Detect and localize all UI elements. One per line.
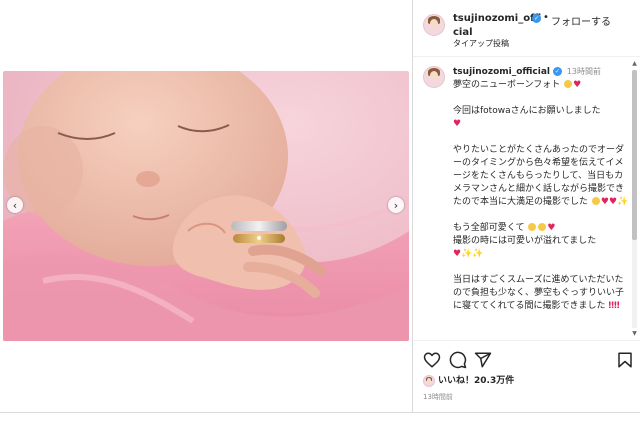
heart-icon[interactable] — [423, 351, 441, 369]
horizontal-divider — [0, 412, 640, 413]
caption-paragraph: 当日はすごくスムーズに進めていただいたので負担も少なく、夢空もぐっすりいい子に寝… — [453, 274, 631, 313]
post-timestamp[interactable]: 13時間前 — [423, 392, 453, 402]
prev-glyph: ‹ — [12, 198, 18, 212]
caption-paragraph-3b: 撮影の時には可愛いが溢れてました — [453, 236, 597, 246]
caption-paragraph: やりたいことがたくさんあったのでオーダーのタイミングから色々希望を伝えてイメージ… — [453, 144, 631, 209]
scroll-thumb[interactable] — [632, 70, 637, 240]
double-exclamation-icon: ‼‼ — [608, 301, 620, 311]
scroll-down-arrow-icon[interactable]: ▼ — [631, 330, 638, 338]
likes-label[interactable]: いいね！20.3万件 — [438, 374, 514, 388]
separator-dot: • — [543, 12, 549, 23]
avatar[interactable] — [423, 14, 445, 36]
follow-button[interactable]: フォローする — [551, 13, 611, 28]
share-icon[interactable] — [474, 351, 492, 369]
caption-area: tsujinozomi_official ✓ 13時間前 夢空のニューボーンフォ… — [413, 58, 640, 340]
paid-partnership-label[interactable]: タイアップ投稿 — [453, 38, 509, 49]
heart-emoji-icon: ♥ — [453, 119, 462, 129]
caption-text: 夢空のニューボーンフォト ♥ 今回はfotowaさんにお願いしました ♥ やりた… — [453, 79, 631, 326]
sparkle-emoji-icon: ✨ — [472, 249, 484, 259]
chevron-right-icon[interactable]: › — [388, 197, 404, 213]
heart-emoji-icon: ♥ — [608, 197, 618, 207]
action-bar: いいね！20.3万件 13時間前 — [413, 340, 640, 412]
post-header: tsujinozomi_official ✓ • フォローする タイアップ投稿 — [413, 0, 640, 57]
caption-username[interactable]: tsujinozomi_official — [453, 67, 550, 77]
author-username[interactable]: tsujinozomi_official — [453, 12, 543, 40]
caption-title-line: 夢空のニューボーンフォト ♥ — [453, 79, 631, 92]
heart-emoji-icon: ♥ — [547, 223, 556, 233]
caption-title: 夢空のニューボーンフォト — [453, 80, 561, 90]
heart-emoji-icon: ♥ — [453, 249, 462, 259]
caption-paragraph-3a: もう全部可愛くて — [453, 223, 525, 233]
smile-emoji-icon — [564, 80, 573, 88]
avatar — [423, 375, 435, 387]
sparkle-emoji-icon: ✨ — [617, 197, 629, 207]
caption-paragraph: もう全部可愛くて ♥ 撮影の時には可愛いが溢れてました ♥✨✨ — [453, 222, 631, 261]
caption-paragraph-4: 当日はすごくスムーズに進めていただいたので負担も少なく、夢空もぐっすりいい子に寝… — [453, 275, 625, 311]
post-photo[interactable] — [3, 71, 409, 341]
heart-emoji-icon: ♥ — [600, 197, 609, 207]
chevron-left-icon[interactable]: ‹ — [7, 197, 23, 213]
post-side-panel: tsujinozomi_official ✓ • フォローする タイアップ投稿 … — [413, 0, 640, 442]
caption-paragraph-1: 今回はfotowaさんにお願いしました — [453, 106, 601, 116]
caption-time[interactable]: 13時間前 — [567, 67, 601, 76]
caption-header: tsujinozomi_official ✓ 13時間前 — [453, 66, 633, 78]
next-glyph: › — [393, 198, 399, 212]
bookmark-icon[interactable] — [616, 351, 634, 369]
scroll-up-arrow-icon[interactable]: ▲ — [631, 60, 638, 68]
heart-emoji-icon: ♥ — [573, 80, 582, 90]
smile-emoji-icon — [528, 223, 537, 231]
avatar[interactable] — [423, 66, 445, 88]
verified-badge-icon: ✓ — [552, 67, 562, 76]
smile-emoji-icon — [538, 223, 547, 231]
verified-badge-icon: ✓ — [532, 14, 541, 23]
smile-emoji-icon — [591, 197, 600, 205]
caption-scrollbar[interactable]: ▲ ▼ — [631, 60, 638, 340]
media-pane: ‹ › — [0, 0, 412, 442]
comment-icon[interactable] — [449, 351, 467, 369]
caption-paragraph: 今回はfotowaさんにお願いしました ♥ — [453, 105, 631, 131]
sparkle-emoji-icon: ✨ — [461, 249, 473, 259]
